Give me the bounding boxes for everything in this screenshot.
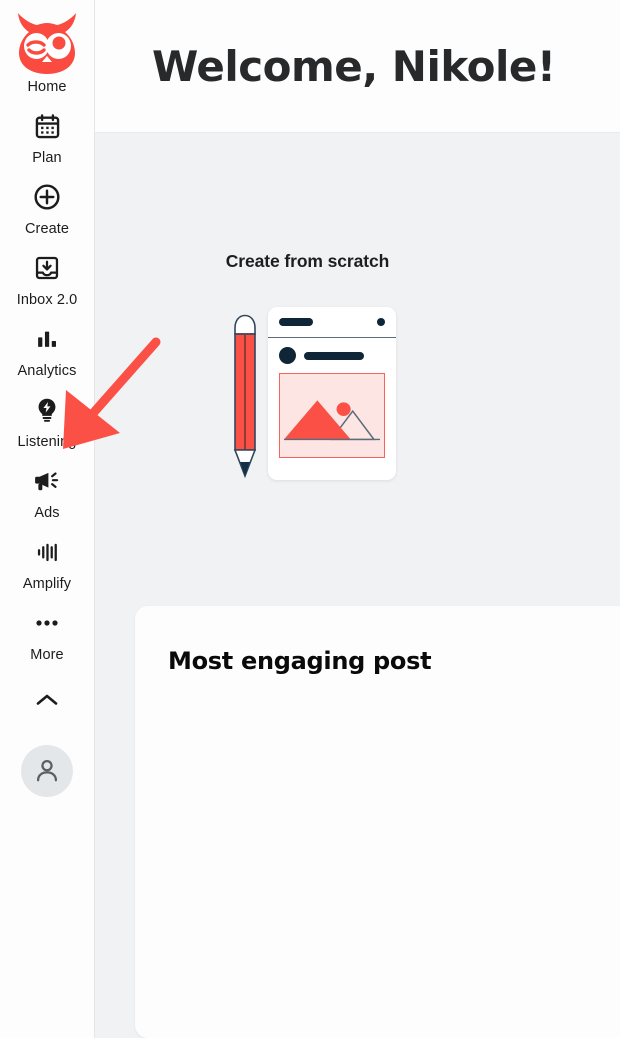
most-engaging-post-title: Most engaging post [168, 647, 432, 675]
sidebar-item-ads[interactable]: Ads [0, 461, 95, 521]
mock-avatar [279, 347, 296, 364]
sidebar-item-create[interactable]: Create [0, 177, 95, 237]
page-header: Welcome, Nikole! [95, 0, 620, 133]
page-title: Welcome, Nikole! [152, 41, 556, 91]
create-from-scratch-title: Create from scratch [225, 251, 390, 271]
mock-toolbar [268, 307, 396, 338]
sidebar-collapse-button[interactable] [27, 685, 67, 719]
sidebar-item-amplify[interactable]: Amplify [0, 532, 95, 592]
post-composer-mock [268, 307, 396, 480]
inbox-download-icon [34, 248, 60, 288]
create-from-scratch-card[interactable]: Create from scratch [95, 251, 520, 482]
sidebar-item-plan[interactable]: Plan [0, 106, 95, 166]
app-root: Home Plan Create Inbox 2.0 Analytics Lis… [0, 0, 620, 1038]
sidebar-item-label: Analytics [17, 363, 77, 379]
sidebar-item-home[interactable]: Home [0, 8, 95, 95]
pencil-and-post-composer-illustration [220, 302, 396, 482]
mock-title-pill [279, 318, 313, 326]
mock-menu-dot [377, 318, 385, 326]
mock-author-row [268, 338, 396, 364]
bar-chart-icon [34, 319, 60, 359]
sidebar-item-label: Inbox 2.0 [16, 292, 78, 308]
sidebar-item-analytics[interactable]: Analytics [0, 319, 95, 379]
chevron-up-icon [34, 692, 60, 713]
plus-circle-icon [33, 177, 61, 217]
sidebar-item-more[interactable]: More [0, 603, 95, 663]
lightbulb-bolt-icon [34, 390, 60, 430]
pencil-icon [233, 314, 257, 479]
megaphone-icon [33, 461, 61, 501]
sidebar-item-label: Create [24, 221, 70, 237]
sidebar-item-label: Ads [34, 505, 60, 521]
avatar[interactable] [21, 745, 73, 797]
ellipsis-icon [33, 603, 61, 643]
sidebar-item-label: Home [27, 79, 67, 95]
sidebar-navigation: Home Plan Create Inbox 2.0 Analytics Lis… [0, 0, 95, 1038]
owl-logo-icon [13, 8, 81, 78]
sidebar-item-label: Amplify [22, 576, 72, 592]
sound-wave-icon [34, 532, 60, 572]
most-engaging-post-card: Most engaging post [135, 606, 620, 1038]
calendar-icon [34, 106, 61, 146]
sidebar-item-label: Plan [32, 150, 62, 166]
sidebar-item-label: Listening [17, 434, 77, 450]
user-avatar-icon [34, 757, 60, 788]
sidebar-item-inbox[interactable]: Inbox 2.0 [0, 248, 95, 308]
main-content: Create from scratch Most engaging post [95, 133, 620, 1038]
sidebar-item-label: More [30, 647, 64, 663]
mock-text-pill [304, 351, 364, 360]
sidebar-item-listening[interactable]: Listening [0, 390, 95, 450]
mock-image-placeholder [279, 373, 385, 458]
